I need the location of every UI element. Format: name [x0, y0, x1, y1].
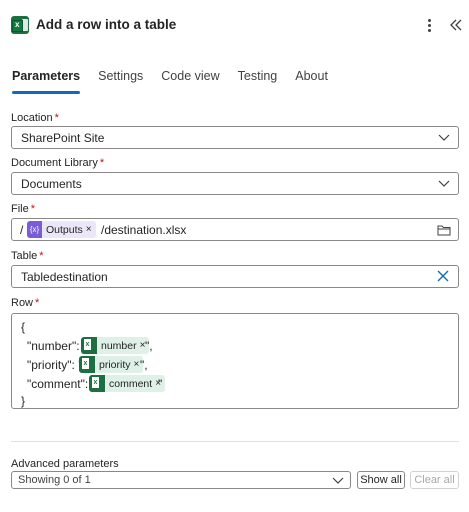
outputs-token-label: Outputs — [46, 223, 83, 236]
priority-token[interactable]: priority × — [79, 356, 144, 373]
priority-key: "priority": " — [27, 358, 83, 372]
folder-icon[interactable] — [437, 224, 451, 236]
section-divider — [11, 441, 459, 442]
file-path-suffix: /destination.xlsx — [101, 223, 187, 237]
required-marker: * — [39, 250, 44, 262]
advanced-parameters-value: Showing 0 of 1 — [18, 474, 91, 486]
comment-token[interactable]: comment × — [89, 375, 166, 392]
clear-icon[interactable] — [436, 269, 450, 283]
tab-about[interactable]: About — [295, 68, 328, 90]
tab-parameters[interactable]: Parameters — [12, 68, 81, 94]
table-value: Tabledestination — [21, 270, 108, 284]
tab-list: Parameters Settings Code view Testing Ab… — [12, 68, 346, 94]
excel-icon — [89, 375, 105, 392]
outputs-token[interactable]: {x} Outputs × — [27, 221, 96, 238]
location-value: SharePoint Site — [21, 131, 105, 145]
file-path-field[interactable]: / {x} Outputs × /destination.xlsx — [11, 218, 459, 241]
row-json-editor[interactable]: { "number": " number × ", "priority": " … — [11, 313, 459, 409]
file-path-prefix: / — [20, 223, 24, 237]
double-chevron-left-icon — [450, 19, 462, 31]
comment-token-label: comment — [109, 377, 153, 390]
action-title[interactable]: Add a row into a table — [36, 17, 176, 32]
required-marker: * — [35, 297, 40, 309]
excel-icon: x — [11, 16, 29, 34]
document-library-value: Documents — [21, 177, 82, 191]
document-library-dropdown[interactable]: Documents — [11, 172, 459, 195]
location-label: Location * — [11, 112, 59, 124]
tab-settings[interactable]: Settings — [98, 68, 143, 90]
excel-icon — [81, 337, 97, 354]
close-brace: } — [21, 394, 26, 408]
comment-key: "comment": " — [27, 377, 96, 391]
number-key: "number": " — [27, 339, 88, 353]
remove-token-button[interactable]: × — [86, 224, 96, 235]
clear-all-button[interactable]: Clear all — [410, 471, 459, 489]
number-end: ", — [145, 339, 153, 353]
collapse-panel-button[interactable] — [447, 14, 465, 36]
required-marker: * — [30, 203, 36, 215]
number-token-label: number — [101, 339, 137, 352]
open-brace: { — [21, 320, 26, 334]
expression-icon: {x} — [27, 221, 42, 238]
location-dropdown[interactable]: SharePoint Site — [11, 126, 459, 149]
tab-testing[interactable]: Testing — [238, 68, 278, 90]
advanced-parameters-dropdown[interactable]: Showing 0 of 1 — [11, 471, 351, 489]
panel-header: x Add a row into a table — [0, 0, 469, 52]
required-marker: * — [99, 157, 105, 169]
more-options-button[interactable] — [420, 14, 438, 36]
file-label: File * — [11, 203, 36, 215]
show-all-button[interactable]: Show all — [357, 471, 405, 489]
priority-token-label: priority — [99, 358, 131, 371]
chevron-down-icon — [438, 132, 450, 142]
tab-code-view[interactable]: Code view — [161, 68, 219, 90]
excel-icon — [79, 356, 95, 373]
row-label: Row * — [11, 297, 40, 309]
advanced-parameters-label: Advanced parameters — [11, 458, 119, 470]
priority-end: ", — [140, 358, 148, 372]
required-marker: * — [54, 112, 59, 124]
table-dropdown[interactable]: Tabledestination — [11, 265, 459, 288]
chevron-down-icon — [332, 475, 344, 485]
document-library-label: Document Library * — [11, 157, 105, 169]
chevron-down-icon — [438, 178, 450, 188]
comment-end: " — [158, 377, 163, 391]
table-label: Table * — [11, 250, 44, 262]
number-token[interactable]: number × — [81, 337, 150, 354]
